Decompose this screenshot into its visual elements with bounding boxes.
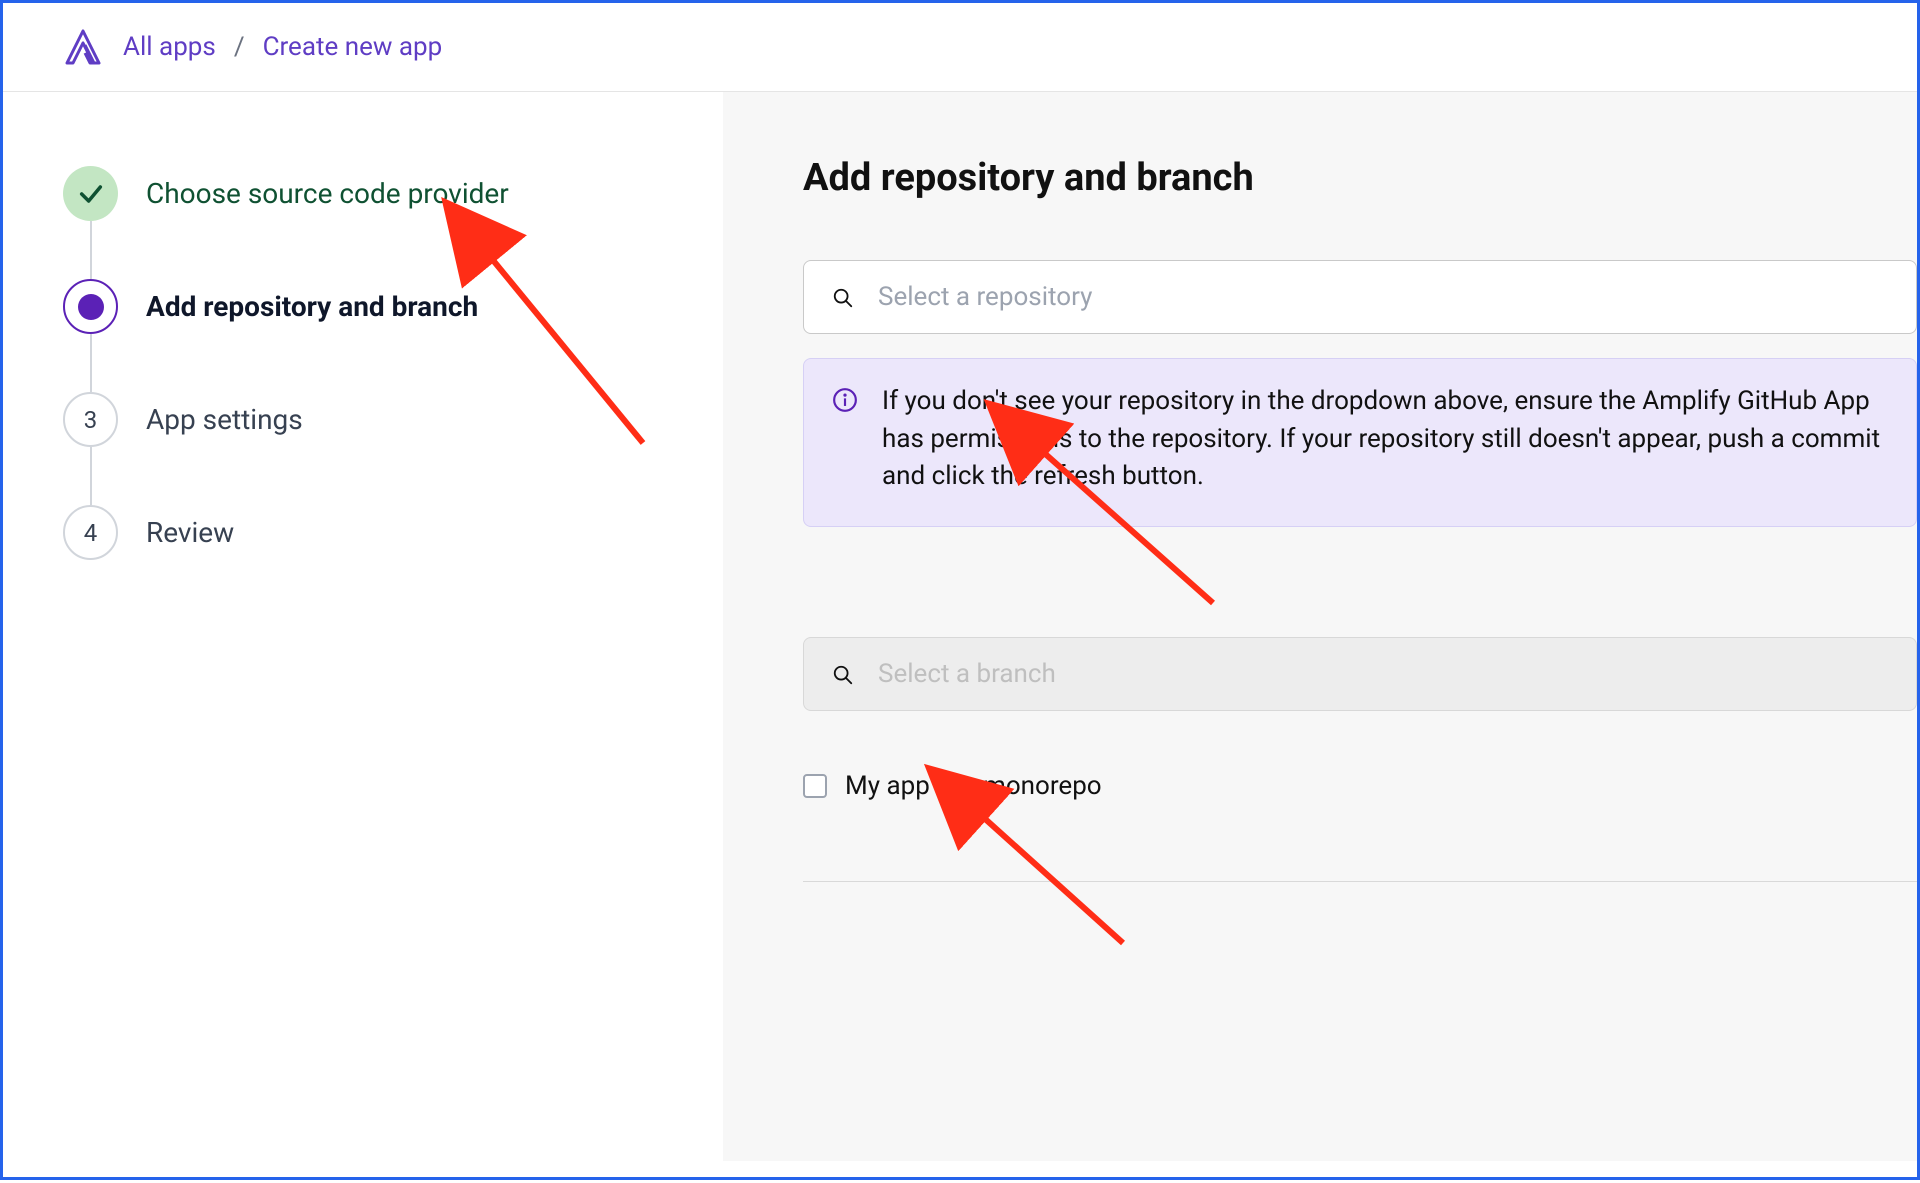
checkmark-icon bbox=[63, 166, 118, 221]
step-number: 3 bbox=[63, 392, 118, 447]
step-add-repo[interactable]: Add repository and branch bbox=[63, 279, 675, 392]
step-label: App settings bbox=[146, 403, 303, 436]
branch-placeholder: Select a branch bbox=[878, 659, 1056, 689]
step-label: Add repository and branch bbox=[146, 290, 478, 323]
breadcrumb-all-apps[interactable]: All apps bbox=[123, 32, 216, 62]
step-app-settings[interactable]: 3 App settings bbox=[63, 392, 675, 505]
monorepo-label: My app is a monorepo bbox=[845, 771, 1102, 801]
divider bbox=[803, 881, 1917, 882]
breadcrumb-separator: / bbox=[234, 32, 245, 62]
breadcrumb: All apps / Create new app bbox=[123, 32, 442, 62]
info-callout: If you don't see your repository in the … bbox=[803, 358, 1917, 527]
repository-placeholder: Select a repository bbox=[878, 282, 1092, 312]
repository-select[interactable]: Select a repository bbox=[803, 260, 1917, 334]
search-icon bbox=[832, 286, 854, 308]
info-icon bbox=[832, 387, 858, 413]
search-icon bbox=[832, 663, 854, 685]
step-label: Choose source code provider bbox=[146, 177, 509, 210]
info-text: If you don't see your repository in the … bbox=[882, 383, 1888, 496]
branch-select[interactable]: Select a branch bbox=[803, 637, 1917, 711]
step-number: 4 bbox=[63, 505, 118, 560]
active-step-dot-icon bbox=[63, 279, 118, 334]
step-label: Review bbox=[146, 516, 234, 549]
monorepo-checkbox-row[interactable]: My app is a monorepo bbox=[803, 771, 1917, 801]
sidebar-stepper: Choose source code provider Add reposito… bbox=[3, 92, 723, 1161]
header: All apps / Create new app bbox=[3, 3, 1917, 92]
amplify-logo-icon bbox=[63, 27, 103, 67]
step-choose-source[interactable]: Choose source code provider bbox=[63, 166, 675, 279]
step-review[interactable]: 4 Review bbox=[63, 505, 675, 560]
main-panel: Add repository and branch Select a repos… bbox=[723, 92, 1917, 1161]
layout: Choose source code provider Add reposito… bbox=[3, 92, 1917, 1161]
page-title: Add repository and branch bbox=[803, 156, 1917, 200]
breadcrumb-create-app[interactable]: Create new app bbox=[263, 32, 443, 62]
checkbox-icon[interactable] bbox=[803, 774, 827, 798]
